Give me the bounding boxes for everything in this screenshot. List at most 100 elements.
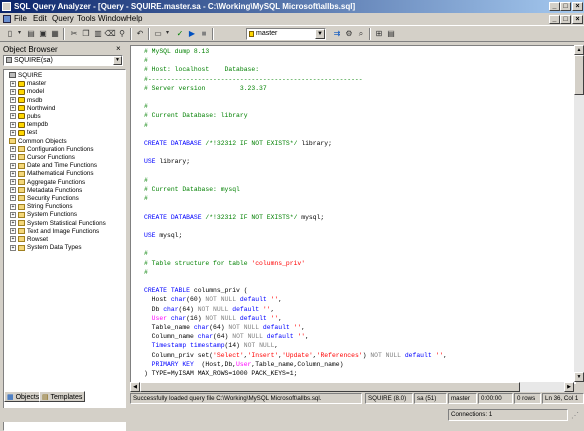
chevron-down-icon[interactable]: ▼ xyxy=(113,56,122,65)
display-plan-icon[interactable]: ⇉ xyxy=(331,28,343,39)
menu-edit[interactable]: Edit xyxy=(33,14,47,24)
expand-icon[interactable]: + xyxy=(10,105,16,112)
menu-help[interactable]: Help xyxy=(126,14,142,24)
expand-icon[interactable]: + xyxy=(10,162,16,169)
parse-query-icon[interactable]: ✓ xyxy=(174,28,186,39)
code-line: User char(16) NOT NULL default '', xyxy=(144,315,282,323)
show-server-trace-icon[interactable]: ⚙ xyxy=(343,28,355,39)
expand-icon[interactable]: + xyxy=(10,113,16,120)
expand-icon[interactable]: + xyxy=(10,170,16,177)
toolbar-separator xyxy=(130,28,132,40)
undo-icon[interactable]: ↶ xyxy=(134,28,146,39)
menu-query[interactable]: Query xyxy=(52,14,74,24)
expand-icon[interactable]: + xyxy=(10,96,16,103)
expand-icon[interactable]: + xyxy=(10,195,16,202)
tab-objects[interactable]: ▦ Objects xyxy=(4,391,43,402)
child-minimize-icon[interactable]: _ xyxy=(549,15,560,24)
execute-query-icon[interactable]: ▶ xyxy=(186,28,198,39)
cancel-query-icon[interactable]: ■ xyxy=(198,28,210,39)
expand-icon[interactable]: + xyxy=(10,211,16,218)
code-token: NOT NULL xyxy=(205,314,240,322)
expand-icon[interactable]: + xyxy=(10,80,16,87)
tree-item-label: Metadata Functions xyxy=(27,186,83,194)
code-line: # xyxy=(144,103,148,111)
menu-window[interactable]: Window xyxy=(98,14,126,24)
cut-icon[interactable]: ✂ xyxy=(68,28,80,39)
scroll-left-icon[interactable]: ◀ xyxy=(130,382,140,392)
code-token: char xyxy=(170,296,187,304)
hscroll-thumb[interactable] xyxy=(140,382,520,392)
code-line: # xyxy=(144,250,148,258)
child-close-icon[interactable]: × xyxy=(572,15,583,24)
expand-icon[interactable]: + xyxy=(10,178,16,185)
code-token: # xyxy=(144,268,148,276)
insert-template-icon[interactable]: ▦ xyxy=(49,28,61,39)
scroll-right-icon[interactable]: ▶ xyxy=(564,382,574,392)
expand-icon[interactable]: + xyxy=(10,88,16,95)
tree-item-label: test xyxy=(27,129,38,137)
scroll-up-icon[interactable]: ▲ xyxy=(574,45,584,55)
expand-icon[interactable]: + xyxy=(10,203,16,210)
new-query-icon[interactable]: ▯ xyxy=(4,28,16,39)
code-token: '' xyxy=(262,305,271,313)
app-icon[interactable] xyxy=(2,2,11,11)
folder-icon xyxy=(18,195,25,202)
object-browser-icon[interactable]: ⊞ xyxy=(373,28,385,39)
expand-icon[interactable]: + xyxy=(10,129,16,136)
paste-icon[interactable]: ▥ xyxy=(92,28,104,39)
query-editor[interactable]: # MySQL dump 8.13 # # Host: localhost Data… xyxy=(130,45,576,384)
minimize-icon[interactable]: _ xyxy=(549,2,560,11)
code-line: ) TYPE=MyISAM MAX_ROWS=1000 PACK_KEYS=1; xyxy=(144,370,297,378)
chevron-down-icon[interactable]: ▼ xyxy=(315,29,325,39)
copy-icon[interactable]: ❐ xyxy=(80,28,92,39)
expand-icon[interactable]: + xyxy=(10,219,16,226)
scroll-thumb[interactable] xyxy=(574,55,584,95)
menu-file[interactable]: File xyxy=(14,14,27,24)
expand-icon[interactable]: + xyxy=(10,146,16,153)
code-line: Timestamp timestamp(14) NOT NULL, xyxy=(144,342,279,350)
code-line: # Server version 3.23.37 xyxy=(144,85,267,93)
search-object-icon[interactable]: ⌕ xyxy=(355,28,367,39)
tab-templates[interactable]: ▤ Templates xyxy=(39,391,86,402)
open-icon[interactable]: ▤ xyxy=(25,28,37,39)
server-select[interactable]: SQUIRE(sa) ▼ xyxy=(3,55,123,66)
new-dropdown-icon[interactable]: ▾ xyxy=(16,28,23,39)
show-results-pane-icon[interactable]: ▤ xyxy=(385,28,397,39)
expand-icon[interactable]: + xyxy=(10,244,16,251)
close-icon[interactable]: × xyxy=(572,2,583,11)
expand-icon[interactable]: + xyxy=(10,121,16,128)
clear-window-icon[interactable]: ⌫ xyxy=(104,28,116,39)
resize-grip-icon[interactable]: ⋰ xyxy=(571,411,579,420)
scroll-down-icon[interactable]: ▼ xyxy=(574,372,584,382)
database-select[interactable]: master ▼ xyxy=(246,28,326,40)
toolbar-separator xyxy=(369,28,371,40)
results-dropdown-icon[interactable]: ▾ xyxy=(164,28,171,39)
vertical-scrollbar[interactable]: ▲ ▼ xyxy=(574,45,584,382)
results-mode-icon[interactable]: ▭ xyxy=(152,28,164,39)
maximize-icon[interactable]: □ xyxy=(560,2,571,11)
tab-templates-label: Templates xyxy=(50,394,83,401)
expand-icon[interactable]: + xyxy=(10,236,16,243)
code-token: (64) xyxy=(178,305,198,313)
expand-icon[interactable]: + xyxy=(10,228,16,235)
save-icon[interactable]: ▣ xyxy=(37,28,49,39)
toolbar-separator xyxy=(212,28,214,40)
expand-icon[interactable]: + xyxy=(10,154,16,161)
code-token: NOT NULL xyxy=(197,305,233,313)
document-icon[interactable] xyxy=(3,15,11,23)
code-token: , xyxy=(278,296,283,304)
expand-icon[interactable]: + xyxy=(10,187,16,194)
database-icon xyxy=(18,88,25,95)
child-restore-icon[interactable]: □ xyxy=(560,15,571,24)
code-token: CREATE DATABASE xyxy=(144,213,206,221)
toolbar-separator xyxy=(148,28,150,40)
tree-item[interactable]: + System Data Types xyxy=(10,243,81,252)
tree-item-label: master xyxy=(27,80,47,88)
find-icon[interactable]: ⚲ xyxy=(116,28,128,39)
object-tree[interactable]: SQUIRE + master + model + msdb + Northwind + pubs +… xyxy=(3,69,126,431)
code-line: # xyxy=(144,177,148,185)
close-panel-icon[interactable]: × xyxy=(116,44,121,53)
horizontal-scrollbar[interactable]: ◀ ▶ xyxy=(130,382,574,392)
menu-tools[interactable]: Tools xyxy=(77,14,96,24)
